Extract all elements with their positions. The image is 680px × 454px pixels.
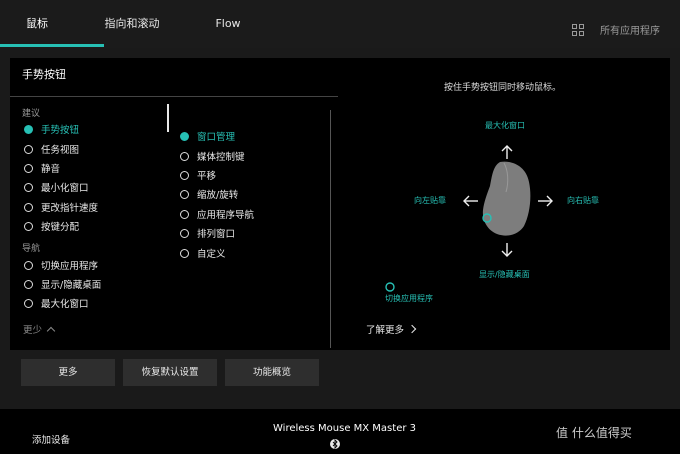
option-pan[interactable]: 平移 bbox=[180, 168, 216, 186]
option-custom[interactable]: 自定义 bbox=[180, 246, 226, 264]
option-label: 静音 bbox=[41, 164, 61, 175]
option-label: 应用程序导航 bbox=[197, 210, 255, 221]
option-label: 自定义 bbox=[197, 249, 226, 260]
radio bbox=[24, 164, 33, 173]
list-clip: 最大化窗口 bbox=[22, 296, 162, 310]
mouse-icon bbox=[482, 161, 531, 236]
option-label: 任务视图 bbox=[41, 145, 80, 156]
learn-more-link[interactable]: 了解更多 bbox=[366, 322, 417, 336]
tab-point-scroll[interactable]: 指向和滚动 bbox=[96, 0, 168, 46]
column-divider bbox=[330, 110, 331, 348]
radio bbox=[180, 210, 189, 219]
watermark: 值 什么值得买 bbox=[556, 426, 632, 440]
option-app-navigation[interactable]: 应用程序导航 bbox=[180, 207, 254, 225]
radio-selected bbox=[24, 125, 33, 134]
radio-selected bbox=[180, 132, 189, 141]
tab-flow[interactable]: Flow bbox=[206, 0, 250, 46]
option-label: 按键分配 bbox=[41, 222, 80, 233]
option-media-control[interactable]: 媒体控制键 bbox=[180, 149, 245, 167]
section-suggest: 建议 bbox=[22, 109, 41, 119]
panel-hint: 按住手势按钮同时移动鼠标。 bbox=[444, 83, 562, 93]
option-label: 最大化窗口 bbox=[41, 299, 89, 310]
radio bbox=[24, 145, 33, 154]
more-button[interactable]: 更多 bbox=[21, 359, 115, 386]
application-selector[interactable]: 所有应用程序 bbox=[600, 22, 660, 37]
radio bbox=[180, 190, 189, 199]
arrow-left-icon bbox=[463, 195, 478, 207]
option-task-view[interactable]: 任务视图 bbox=[24, 142, 79, 160]
option-label: 排列窗口 bbox=[197, 229, 236, 240]
radio bbox=[180, 152, 189, 161]
arrow-right-icon bbox=[538, 195, 553, 207]
device-name: Wireless Mouse MX Master 3 bbox=[273, 423, 416, 434]
option-label: 最小化窗口 bbox=[41, 183, 89, 194]
option-gesture-button[interactable]: 手势按钮 bbox=[24, 122, 79, 140]
radio bbox=[24, 261, 33, 270]
radio bbox=[24, 183, 33, 192]
chevron-right-icon bbox=[407, 324, 417, 334]
radio bbox=[24, 280, 33, 289]
gesture-diagram bbox=[385, 145, 553, 292]
panel-title: 手势按钮 bbox=[22, 68, 66, 81]
show-less-link[interactable]: 更少 bbox=[23, 322, 56, 336]
radio bbox=[180, 249, 189, 258]
radio bbox=[24, 299, 33, 308]
option-show-desktop[interactable]: 显示/隐藏桌面 bbox=[24, 277, 101, 295]
arrow-down-icon bbox=[501, 243, 513, 257]
option-arrange-windows[interactable]: 排列窗口 bbox=[180, 226, 235, 244]
option-key-assign[interactable]: 按键分配 bbox=[24, 219, 79, 237]
radio bbox=[24, 222, 33, 231]
arrow-up-icon bbox=[501, 145, 513, 159]
option-label: 平移 bbox=[197, 171, 217, 182]
grid-icon[interactable] bbox=[572, 24, 586, 38]
section-navigate: 导航 bbox=[22, 244, 41, 254]
option-label: 缩放/旋转 bbox=[197, 190, 239, 201]
option-pointer-speed[interactable]: 更改指针速度 bbox=[24, 200, 98, 218]
feature-overview-button[interactable]: 功能概览 bbox=[225, 359, 319, 386]
learn-more-label: 了解更多 bbox=[366, 325, 405, 336]
click-gesture-marker bbox=[385, 282, 395, 292]
scrollbar-thumb[interactable] bbox=[167, 104, 169, 132]
tab-mouse[interactable]: 鼠标 bbox=[0, 0, 74, 46]
option-label: 显示/隐藏桌面 bbox=[41, 280, 102, 291]
active-tab-indicator bbox=[0, 44, 104, 47]
option-zoom-rotate[interactable]: 缩放/旋转 bbox=[180, 187, 238, 205]
less-label: 更少 bbox=[23, 325, 43, 336]
option-minimize-window[interactable]: 最小化窗口 bbox=[24, 180, 89, 198]
option-label: 切换应用程序 bbox=[41, 261, 99, 272]
option-mute[interactable]: 静音 bbox=[24, 161, 60, 179]
option-window-management[interactable]: 窗口管理 bbox=[180, 129, 235, 147]
gesture-right-label: 向右贴靠 bbox=[567, 196, 599, 205]
title-divider bbox=[10, 96, 338, 97]
option-label: 媒体控制键 bbox=[197, 152, 245, 163]
restore-defaults-button[interactable]: 恢复默认设置 bbox=[123, 359, 217, 386]
radio bbox=[24, 203, 33, 212]
add-device-button[interactable]: 添加设备 bbox=[32, 432, 70, 446]
radio bbox=[180, 171, 189, 180]
option-maximize-window[interactable]: 最大化窗口 bbox=[24, 296, 89, 310]
chevron-up-icon bbox=[46, 326, 56, 336]
option-label: 更改指针速度 bbox=[41, 203, 99, 214]
bluetooth-icon bbox=[330, 438, 340, 450]
radio bbox=[180, 229, 189, 238]
option-switch-app[interactable]: 切换应用程序 bbox=[24, 258, 98, 276]
